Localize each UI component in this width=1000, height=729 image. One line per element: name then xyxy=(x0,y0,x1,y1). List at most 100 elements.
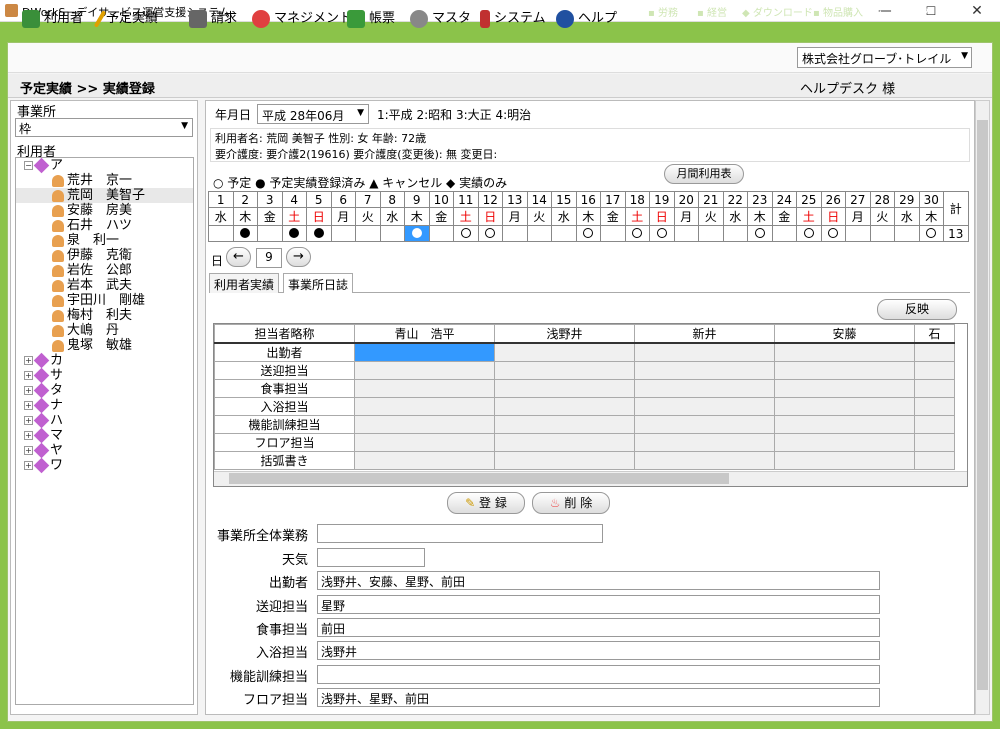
vertical-scroll-thumb[interactable] xyxy=(977,120,988,690)
monthly-usage-button[interactable]: 月間利用表 xyxy=(664,164,744,184)
calendar-mark-cell[interactable] xyxy=(796,225,822,242)
calendar-mark-cell[interactable] xyxy=(698,225,724,242)
calendar-mark-cell[interactable] xyxy=(894,225,920,242)
delete-button[interactable]: ♨ 削 除 xyxy=(532,492,610,514)
horizontal-scroll-thumb[interactable] xyxy=(229,473,729,484)
grid-cell[interactable] xyxy=(494,342,635,362)
grid-cell[interactable] xyxy=(494,415,635,434)
grid-cell[interactable] xyxy=(354,379,495,398)
menu-reports[interactable]: 帳票 xyxy=(347,7,395,28)
grid-cell[interactable] xyxy=(634,433,775,452)
expand-icon[interactable]: + xyxy=(24,401,33,410)
calendar-mark-cell[interactable] xyxy=(208,225,234,242)
prev-day-button[interactable]: ← xyxy=(226,247,251,267)
exit-link[interactable]: ⏻ 終了 xyxy=(944,4,975,19)
grid-cell[interactable] xyxy=(354,397,495,416)
calendar-mark-cell[interactable] xyxy=(722,225,748,242)
calendar-mark-cell[interactable] xyxy=(869,225,895,242)
grid-cell[interactable] xyxy=(774,379,915,398)
grid-cell[interactable] xyxy=(914,342,955,362)
user-tree-item[interactable]: 泉 利一 xyxy=(16,233,193,248)
reflect-button[interactable]: 反映 xyxy=(877,299,957,320)
calendar-mark-cell[interactable] xyxy=(673,225,699,242)
calendar-mark-cell[interactable] xyxy=(306,225,332,242)
form-field[interactable]: 星野 xyxy=(317,595,880,614)
menu-help[interactable]: ヘルプ xyxy=(556,7,617,28)
expand-icon[interactable]: + xyxy=(24,461,33,470)
calendar-mark-cell[interactable] xyxy=(918,225,944,242)
grid-cell[interactable] xyxy=(354,415,495,434)
calendar-mark-cell[interactable] xyxy=(281,225,307,242)
expand-icon[interactable]: + xyxy=(24,356,33,365)
expand-icon[interactable]: + xyxy=(24,371,33,380)
expand-icon[interactable]: + xyxy=(24,446,33,455)
grid-cell[interactable] xyxy=(634,397,775,416)
calendar-mark-cell[interactable] xyxy=(330,225,356,242)
grid-cell[interactable] xyxy=(634,415,775,434)
tab-office-diary[interactable]: 事業所日誌 xyxy=(283,273,354,293)
tree-group[interactable]: + ナ xyxy=(16,397,193,414)
grid-cell[interactable] xyxy=(494,379,635,398)
calendar-mark-cell[interactable] xyxy=(649,225,675,242)
grid-cell[interactable] xyxy=(914,379,955,398)
expand-icon[interactable]: + xyxy=(24,416,33,425)
office-select[interactable]: 枠 ▼ xyxy=(15,118,193,137)
menu-system[interactable]: システム xyxy=(480,7,546,28)
menu-users[interactable]: 利用者 xyxy=(22,7,83,28)
calendar-mark-cell[interactable] xyxy=(820,225,846,242)
grid-cell[interactable] xyxy=(914,433,955,452)
calendar-mark-cell[interactable] xyxy=(526,225,552,242)
tree-group[interactable]: + ワ xyxy=(16,457,193,474)
calendar-mark-cell[interactable] xyxy=(232,225,258,242)
management-link[interactable]: ▪ 経営 xyxy=(697,4,727,19)
user-tree-item[interactable]: 大嶋 丹 xyxy=(16,323,193,338)
expand-icon[interactable]: + xyxy=(24,431,33,440)
menu-schedule[interactable]: 予定実績 xyxy=(93,7,158,28)
calendar-mark-cell[interactable] xyxy=(551,225,577,242)
grid-cell[interactable] xyxy=(354,361,495,380)
form-field[interactable]: 浅野井、安藤、星野、前田 xyxy=(317,571,880,590)
menu-master[interactable]: マスタ xyxy=(410,7,471,28)
grid-cell[interactable] xyxy=(634,379,775,398)
user-tree-item[interactable]: 伊藤 克衛 xyxy=(16,248,193,263)
menu-billing[interactable]: 請求 xyxy=(189,7,237,28)
form-field[interactable] xyxy=(317,524,603,543)
grid-cell[interactable] xyxy=(914,361,955,380)
calendar-mark-cell[interactable] xyxy=(624,225,650,242)
tree-group[interactable]: + ハ xyxy=(16,412,193,429)
grid-cell[interactable] xyxy=(774,415,915,434)
tree-group-a[interactable]: − ア xyxy=(16,157,193,174)
grid-cell[interactable] xyxy=(774,451,915,470)
tab-user-results[interactable]: 利用者実績 xyxy=(209,273,280,293)
grid-cell[interactable] xyxy=(634,342,775,362)
user-tree-item[interactable]: 鬼塚 敏雄 xyxy=(16,338,193,353)
tree-group[interactable]: + サ xyxy=(16,367,193,384)
grid-cell[interactable] xyxy=(354,342,495,362)
tree-group[interactable]: + カ xyxy=(16,352,193,369)
company-select[interactable]: 株式会社グローブ･トレイル ▼ xyxy=(797,47,972,68)
form-field[interactable]: 浅野井 xyxy=(317,641,880,660)
grid-cell[interactable] xyxy=(494,451,635,470)
form-field[interactable] xyxy=(317,665,880,684)
grid-cell[interactable] xyxy=(634,451,775,470)
calendar-mark-cell[interactable] xyxy=(845,225,871,242)
grid-cell[interactable] xyxy=(914,451,955,470)
grid-cell[interactable] xyxy=(354,433,495,452)
download-link[interactable]: ◆ ダウンロード xyxy=(742,4,813,19)
user-tree-item[interactable]: 安藤 房美 xyxy=(16,203,193,218)
tree-group[interactable]: + ヤ xyxy=(16,442,193,459)
grid-cell[interactable] xyxy=(914,415,955,434)
calendar-mark-cell[interactable] xyxy=(257,225,283,242)
calendar-mark-cell[interactable] xyxy=(428,225,454,242)
labor-link[interactable]: ▪ 労務 xyxy=(648,4,678,19)
collapse-icon[interactable]: − xyxy=(24,161,33,170)
form-field[interactable]: 浅野井、星野、前田 xyxy=(317,688,880,707)
menu-management[interactable]: マネジメント xyxy=(252,7,352,28)
grid-cell[interactable] xyxy=(634,361,775,380)
grid-cell[interactable] xyxy=(774,397,915,416)
form-field[interactable] xyxy=(317,548,425,567)
purchase-link[interactable]: ▪ 物品購入 xyxy=(813,4,863,19)
grid-cell[interactable] xyxy=(774,342,915,362)
user-tree-item[interactable]: 梅村 利夫 xyxy=(16,308,193,323)
grid-cell[interactable] xyxy=(354,451,495,470)
